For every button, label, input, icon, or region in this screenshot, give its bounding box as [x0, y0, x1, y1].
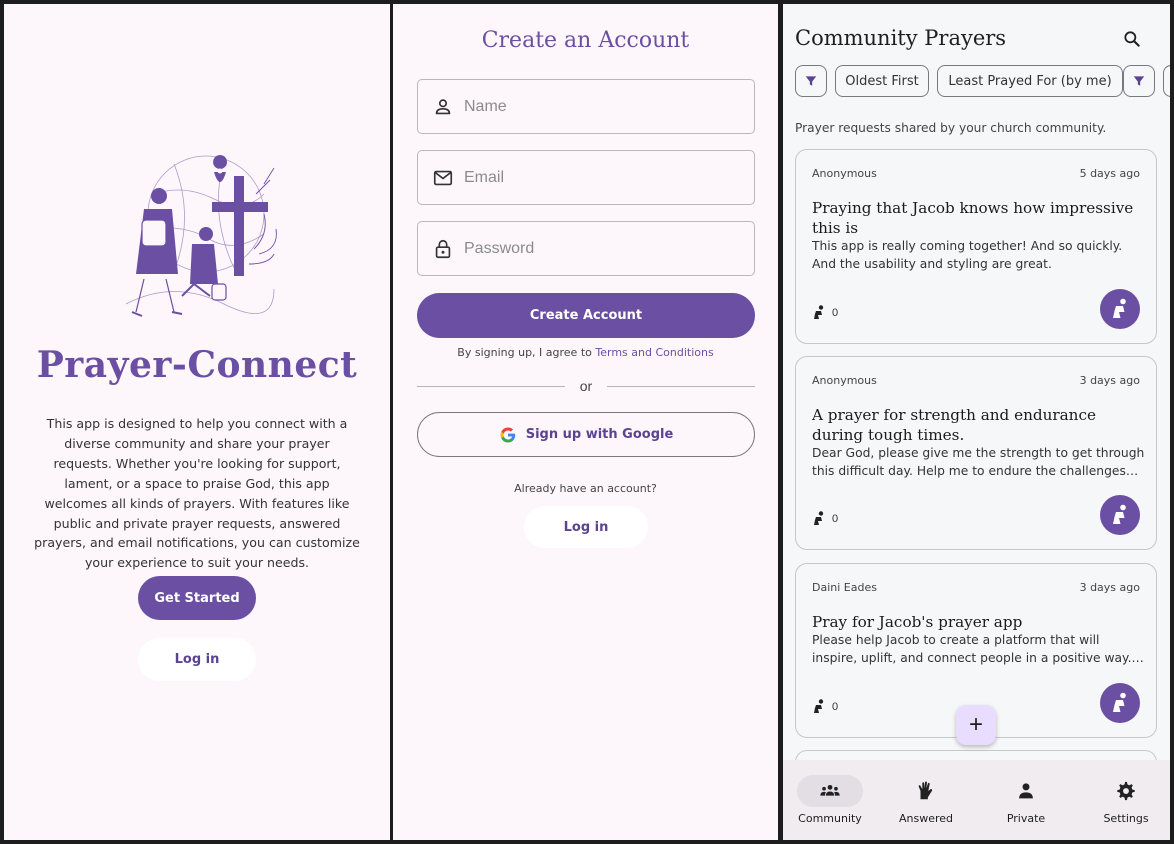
terms-link[interactable]: Terms and Conditions [595, 346, 713, 359]
name-field[interactable] [417, 79, 755, 134]
filter-chip-button[interactable] [795, 65, 827, 97]
card-time: 3 days ago [1079, 374, 1140, 387]
filter-icon [805, 76, 817, 86]
welcome-screen: Prayer-Connect This app is designed to h… [4, 4, 390, 840]
create-account-button[interactable]: Create Account [417, 293, 755, 338]
feed-subtitle: Prayer requests shared by your church co… [795, 121, 1107, 135]
card-title: Praying that Jacob knows how impressive … [812, 199, 1134, 237]
chip-overflow[interactable] [1163, 65, 1170, 97]
filter-chips: Oldest First Least Prayed For (by me) [795, 65, 1170, 99]
add-prayer-button[interactable]: + [956, 705, 996, 745]
login-button[interactable]: Log in [138, 638, 256, 681]
prayer-count-value: 0 [832, 701, 839, 713]
nav-label: Private [1006, 812, 1046, 825]
signup-screen: Create an Account Create Account By sign… [393, 4, 778, 840]
card-body: This app is really coming together! And … [812, 239, 1123, 271]
nav-answered[interactable]: Answered [879, 760, 975, 840]
prayer-card[interactable]: Anonymous 3 days ago A prayer for streng… [795, 356, 1157, 550]
nav-community[interactable]: Community [783, 760, 879, 840]
email-field[interactable] [417, 150, 755, 205]
nav-indicator [993, 775, 1059, 807]
person-icon [1019, 783, 1033, 799]
google-icon [500, 427, 515, 442]
nav-label: Answered [898, 812, 954, 825]
app-logo-title: Prayer-Connect [36, 344, 358, 386]
page-title: Create an Account [481, 28, 690, 53]
kneeling-prayer-icon [1113, 298, 1126, 318]
login-button[interactable]: Log in [524, 506, 648, 548]
raised-hands-icon [918, 781, 933, 800]
pray-button[interactable] [1100, 683, 1140, 723]
kneeling-prayer-icon [814, 511, 824, 525]
app-description: This app is designed to help you connect… [34, 416, 360, 571]
kneeling-prayer-icon [814, 305, 824, 319]
filter-chip-button[interactable] [1123, 65, 1155, 97]
card-title: Pray for Jacob's prayer app [812, 613, 1023, 631]
chip-least-prayed[interactable]: Least Prayed For (by me) [937, 65, 1123, 97]
pray-button[interactable] [1100, 289, 1140, 329]
search-button[interactable] [1119, 26, 1145, 52]
card-time: 5 days ago [1079, 167, 1140, 180]
prayer-count-value: 0 [832, 513, 839, 525]
terms-text: By signing up, I agree to Terms and Cond… [393, 346, 778, 359]
google-signup-button[interactable]: Sign up with Google [417, 412, 755, 457]
card-title: A prayer for strength and endurance duri… [812, 406, 1096, 444]
prayer-count: 0 [812, 699, 838, 715]
nav-settings[interactable]: Settings [1079, 760, 1170, 840]
card-body: Dear God, please give me the strength to… [812, 446, 1145, 478]
pray-button[interactable] [1100, 495, 1140, 535]
groups-icon [820, 784, 840, 796]
lock-icon [435, 239, 451, 258]
card-body: Please help Jacob to create a platform t… [812, 633, 1132, 665]
nav-indicator [893, 775, 959, 807]
get-started-button[interactable]: Get Started [138, 576, 256, 620]
chip-oldest-first[interactable]: Oldest First [835, 65, 929, 97]
card-author: Daini Eades [812, 581, 877, 594]
password-input[interactable] [464, 239, 734, 258]
card-author: Anonymous [812, 374, 877, 387]
prayer-count-value: 0 [832, 307, 839, 319]
kneeling-prayer-icon [1113, 692, 1126, 712]
prayer-card[interactable]: Anonymous 5 days ago Praying that Jacob … [795, 149, 1157, 344]
divider-line [607, 386, 755, 387]
bottom-navigation: Community Answered Private Settings [783, 760, 1170, 840]
or-divider: or [417, 378, 755, 396]
prayer-count: 0 [812, 511, 838, 527]
person-icon [435, 98, 451, 114]
kneeling-prayer-icon [814, 699, 824, 713]
prayer-illustration [125, 155, 277, 317]
community-screen: Community Prayers Oldest First Least Pra… [783, 4, 1170, 840]
email-input[interactable] [464, 168, 734, 187]
card-time: 3 days ago [1079, 581, 1140, 594]
kneeling-prayer-icon [1113, 504, 1126, 524]
page-title: Community Prayers [795, 26, 1007, 50]
name-input[interactable] [464, 97, 734, 116]
nav-indicator [1093, 775, 1159, 807]
prayer-count: 0 [812, 305, 838, 321]
nav-indicator [797, 775, 863, 807]
card-author: Anonymous [812, 167, 877, 180]
gear-icon [1117, 781, 1135, 801]
terms-prefix: By signing up, I agree to [457, 346, 592, 359]
nav-label: Community [798, 812, 862, 825]
password-field[interactable] [417, 221, 755, 276]
search-icon [1124, 31, 1140, 47]
google-signup-label: Sign up with Google [525, 427, 674, 442]
nav-label: Settings [1103, 812, 1149, 825]
filter-icon [1133, 76, 1145, 86]
mail-icon [433, 170, 453, 185]
nav-private[interactable]: Private [979, 760, 1075, 840]
already-account-text: Already have an account? [514, 482, 657, 495]
